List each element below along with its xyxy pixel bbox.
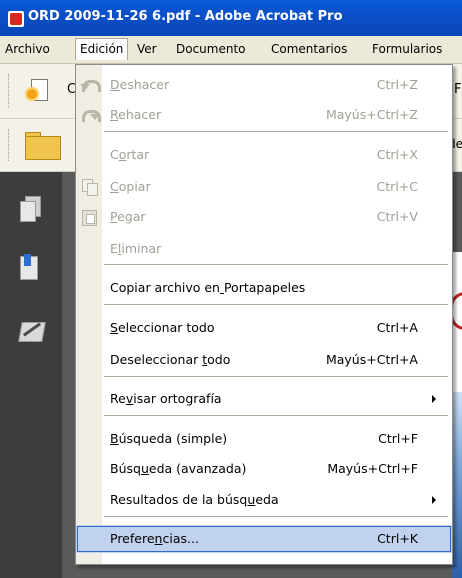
menu-item-cortar[interactable]: Cortar Ctrl+X: [76, 141, 452, 169]
menu-item-busqueda-simple[interactable]: Búsqueda (simple) Ctrl+F: [76, 425, 452, 453]
menu-item-label: Búsqueda (avanzada): [110, 461, 247, 476]
pdf-app-icon: [8, 11, 24, 27]
paste-icon: [80, 208, 98, 226]
menu-item-shortcut: Mayús+Ctrl+A: [325, 352, 418, 367]
menu-item-shortcut: Ctrl+F: [378, 431, 418, 446]
menu-item-shortcut: Mayús+Ctrl+Z: [325, 107, 418, 122]
menu-separator: [104, 415, 448, 416]
menu-item-shortcut: Ctrl+Z: [376, 77, 418, 92]
redo-icon: [80, 106, 101, 124]
menu-item-label: Seleccionar todo: [110, 320, 215, 335]
menu-item-pegar[interactable]: Pegar Ctrl+V: [76, 203, 452, 231]
menu-edicion[interactable]: Edición: [75, 38, 129, 60]
menu-item-copiar-archivo-en-portapapeles[interactable]: Copiar archivo en Portapapeles: [76, 274, 452, 302]
menu-item-preferencias[interactable]: Preferencias... Ctrl+K: [76, 525, 452, 553]
menu-item-rehacer[interactable]: Rehacer Mayús+Ctrl+Z: [76, 101, 452, 129]
menu-item-shortcut: Ctrl+V: [376, 209, 418, 224]
menu-item-revisar-ortografia[interactable]: Revisar ortografía: [76, 385, 452, 413]
menu-item-label: Copiar: [110, 179, 151, 194]
pages-panel-icon[interactable]: [20, 196, 41, 222]
menu-item-label: Preferencias...: [110, 531, 199, 546]
bookmarks-panel-icon[interactable]: [20, 254, 40, 280]
menu-item-eliminar[interactable]: Eliminar: [76, 235, 452, 263]
menu-item-label: Resultados de la búsqueda: [110, 492, 279, 507]
menu-item-busqueda-avanzada[interactable]: Búsqueda (avanzada) Mayús+Ctrl+F: [76, 455, 452, 483]
menu-item-copiar[interactable]: Copiar Ctrl+C: [76, 173, 452, 201]
menu-archivo[interactable]: Archivo: [5, 42, 50, 56]
title-bar: ORD 2009-11-26 6.pdf - Adobe Acrobat Pro: [0, 0, 462, 36]
menu-ver[interactable]: Ver: [137, 42, 157, 56]
menu-separator: [104, 304, 448, 305]
signatures-panel-icon[interactable]: [18, 318, 46, 344]
menu-separator: [104, 516, 448, 517]
menu-item-shortcut: Ctrl+C: [376, 179, 418, 194]
menu-item-label: Deshacer: [110, 77, 170, 92]
menu-separator: [104, 264, 448, 265]
menu-separator: [104, 376, 448, 377]
create-pdf-icon[interactable]: [25, 79, 49, 103]
menu-item-label: Revisar ortografía: [110, 391, 222, 406]
menu-item-label: Copiar archivo en Portapapeles: [110, 280, 306, 295]
edit-menu: Deshacer Ctrl+Z Rehacer Mayús+Ctrl+Z Cortar C…: [75, 64, 453, 565]
navigation-pane: [0, 172, 62, 578]
menu-item-label: Pegar: [110, 209, 146, 224]
menu-item-shortcut: Ctrl+X: [376, 147, 418, 162]
menu-item-label: Deseleccionar todo: [110, 352, 231, 367]
menu-item-shortcut: Ctrl+K: [377, 531, 418, 546]
document-page: [450, 252, 462, 392]
submenu-arrow-icon: [432, 395, 436, 403]
menu-bar: Archivo Edición Ver Documento Comentario…: [0, 36, 462, 64]
menu-item-deseleccionar-todo[interactable]: Deseleccionar todo Mayús+Ctrl+A: [76, 346, 452, 374]
menu-formularios[interactable]: Formularios: [372, 42, 442, 56]
toolbar-grip[interactable]: [8, 129, 12, 161]
undo-icon: [80, 76, 101, 94]
menu-item-shortcut: Mayús+Ctrl+F: [327, 461, 418, 476]
menu-item-deshacer[interactable]: Deshacer Ctrl+Z: [76, 71, 452, 99]
menu-item-resultados-de-la-busqueda[interactable]: Resultados de la búsqueda: [76, 486, 452, 514]
menu-item-label: Búsqueda (simple): [110, 431, 228, 446]
menu-item-seleccionar-todo[interactable]: Seleccionar todo Ctrl+A: [76, 314, 452, 342]
toolbar-grip[interactable]: [8, 74, 12, 108]
open-folder-icon[interactable]: [25, 132, 61, 160]
menu-item-label: Eliminar: [110, 241, 162, 256]
copy-icon: [80, 178, 98, 196]
menu-item-label: Cortar: [110, 147, 150, 162]
menu-comentarios[interactable]: Comentarios: [271, 42, 347, 56]
menu-item-shortcut: Ctrl+A: [376, 320, 418, 335]
menu-item-label: Rehacer: [110, 107, 162, 122]
document-image: [452, 392, 462, 578]
window-title: ORD 2009-11-26 6.pdf - Adobe Acrobat Pro: [28, 9, 343, 24]
submenu-arrow-icon: [432, 496, 436, 504]
menu-documento[interactable]: Documento: [176, 42, 246, 56]
menu-separator: [104, 131, 448, 132]
